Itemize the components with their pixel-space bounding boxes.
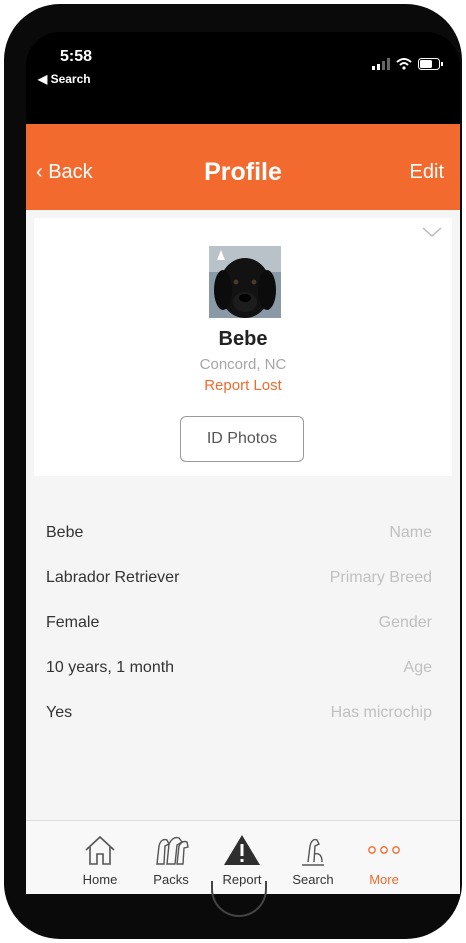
detail-value: Female	[46, 614, 100, 631]
detail-value: Labrador Retriever	[46, 569, 180, 586]
report-warning-icon	[224, 835, 260, 865]
detail-row-age: 10 years, 1 month Age	[26, 647, 460, 687]
profile-card: Bebe Concord, NC Report Lost ID Photos	[34, 218, 452, 476]
pet-photo	[209, 246, 281, 318]
detail-label: Name	[389, 524, 432, 541]
status-icons	[372, 58, 444, 70]
pet-name: Bebe	[218, 328, 268, 350]
pet-location: Concord, NC	[199, 356, 287, 373]
screen: 5:58 ◀ Search ‹ Back Profile Edit Bebe C…	[26, 32, 460, 894]
detail-value: Yes	[46, 704, 73, 721]
detail-value: Bebe	[46, 524, 84, 541]
detail-row-gender: Female Gender	[26, 602, 460, 642]
wifi-icon	[396, 58, 412, 70]
detail-row-name: Bebe Name	[26, 512, 460, 552]
id-photos-button[interactable]: ID Photos	[180, 416, 304, 462]
detail-row-microchip: Yes Has microchip	[26, 692, 460, 732]
report-lost-link[interactable]: Report Lost	[34, 377, 452, 394]
more-icon	[368, 846, 400, 854]
back-to-app-link[interactable]: ◀ Search	[38, 72, 91, 86]
edit-button[interactable]: Edit	[410, 161, 444, 184]
home-icon	[85, 835, 115, 865]
detail-label: Age	[403, 659, 432, 676]
detail-label: Primary Breed	[329, 569, 432, 586]
detail-row-breed: Labrador Retriever Primary Breed	[26, 557, 460, 597]
pet-avatar[interactable]	[209, 246, 281, 318]
phone-frame: 5:58 ◀ Search ‹ Back Profile Edit Bebe C…	[4, 4, 462, 939]
home-button[interactable]	[211, 881, 267, 917]
page-title: Profile	[204, 158, 282, 186]
detail-value: 10 years, 1 month	[46, 659, 175, 676]
chevron-down-icon[interactable]	[420, 224, 444, 240]
profile-content: Bebe Concord, NC Report Lost ID Photos B…	[26, 210, 460, 820]
signal-icon	[372, 58, 390, 70]
battery-icon	[418, 58, 443, 70]
detail-label: Gender	[378, 614, 432, 631]
status-bar: 5:58 ◀ Search	[26, 32, 460, 124]
detail-label: Has microchip	[330, 704, 432, 721]
navigation-bar: ‹ Back Profile Edit	[26, 124, 460, 210]
tab-more[interactable]: More	[341, 821, 427, 894]
search-dog-icon	[302, 838, 324, 866]
status-time: 5:58	[60, 48, 93, 65]
tab-label: More	[369, 872, 399, 887]
packs-icon	[156, 836, 189, 865]
